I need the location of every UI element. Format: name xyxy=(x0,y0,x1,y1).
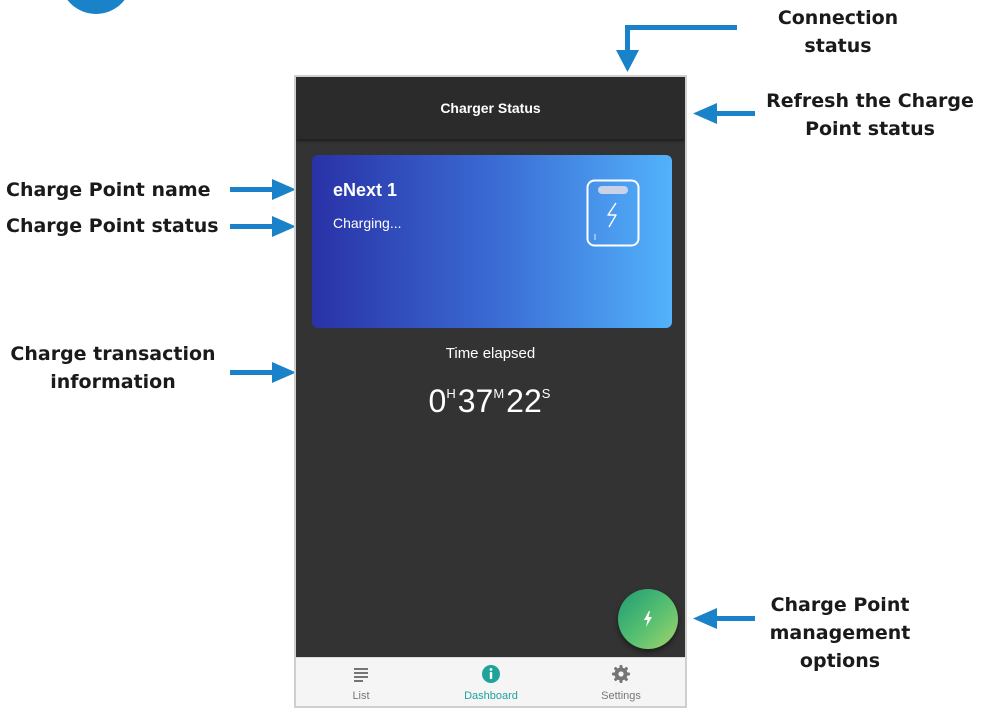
callout-refresh-status: Refresh the Charge Point status xyxy=(766,90,974,140)
management-options-arrow xyxy=(693,608,755,629)
callout-charge-point-status: Charge Point status xyxy=(6,215,219,237)
nav-item-list[interactable]: List xyxy=(296,658,426,706)
connection-status-arrow xyxy=(616,25,737,72)
nav-item-dashboard[interactable]: Dashboard xyxy=(426,658,556,706)
charge-point-card[interactable]: eNext 1 Charging... xyxy=(312,155,672,328)
charge-point-status-arrow xyxy=(230,216,296,237)
callout-management-options: Charge Point management options xyxy=(769,594,911,672)
bottom-navigation: List Dashboard Settings xyxy=(296,657,685,706)
timer-seconds: 22 xyxy=(506,383,542,419)
charge-point-options-button[interactable] xyxy=(618,589,678,649)
info-icon xyxy=(482,665,500,683)
timer-hours-unit: H xyxy=(446,386,456,401)
app-bar: Charger Status xyxy=(296,77,685,139)
nav-item-label: Settings xyxy=(601,690,641,702)
charger-device-icon xyxy=(586,179,640,247)
callout-charge-point-name: Charge Point name xyxy=(6,179,211,201)
timer-minutes: 37 xyxy=(457,383,494,419)
transaction-info-arrow xyxy=(230,362,296,383)
phone-screen: Charger Status eNext 1 Charging... Time … xyxy=(294,75,687,708)
nav-item-label: List xyxy=(352,690,370,702)
charge-point-status: Charging... xyxy=(333,215,402,231)
charge-point-name-arrow xyxy=(230,179,296,200)
gear-icon xyxy=(612,665,630,683)
nav-item-settings[interactable]: Settings xyxy=(556,658,685,706)
callout-connection-status: Connection status xyxy=(777,7,899,57)
timer-hours: 0 xyxy=(428,383,447,419)
time-elapsed-label: Time elapsed xyxy=(445,345,536,362)
refresh-status-arrow xyxy=(693,103,755,124)
list-icon xyxy=(354,668,368,682)
timer-seconds-unit: S xyxy=(541,386,551,401)
callout-transaction-info: Charge transaction information xyxy=(10,343,216,393)
charge-point-name: eNext 1 xyxy=(333,180,398,200)
nav-item-label: Dashboard xyxy=(464,690,518,702)
timer-minutes-unit: M xyxy=(493,386,505,401)
elapsed-timer: 0H37M22S xyxy=(296,383,685,420)
lightning-bolt-icon xyxy=(644,611,652,627)
page-title: Charger Status xyxy=(440,100,541,116)
